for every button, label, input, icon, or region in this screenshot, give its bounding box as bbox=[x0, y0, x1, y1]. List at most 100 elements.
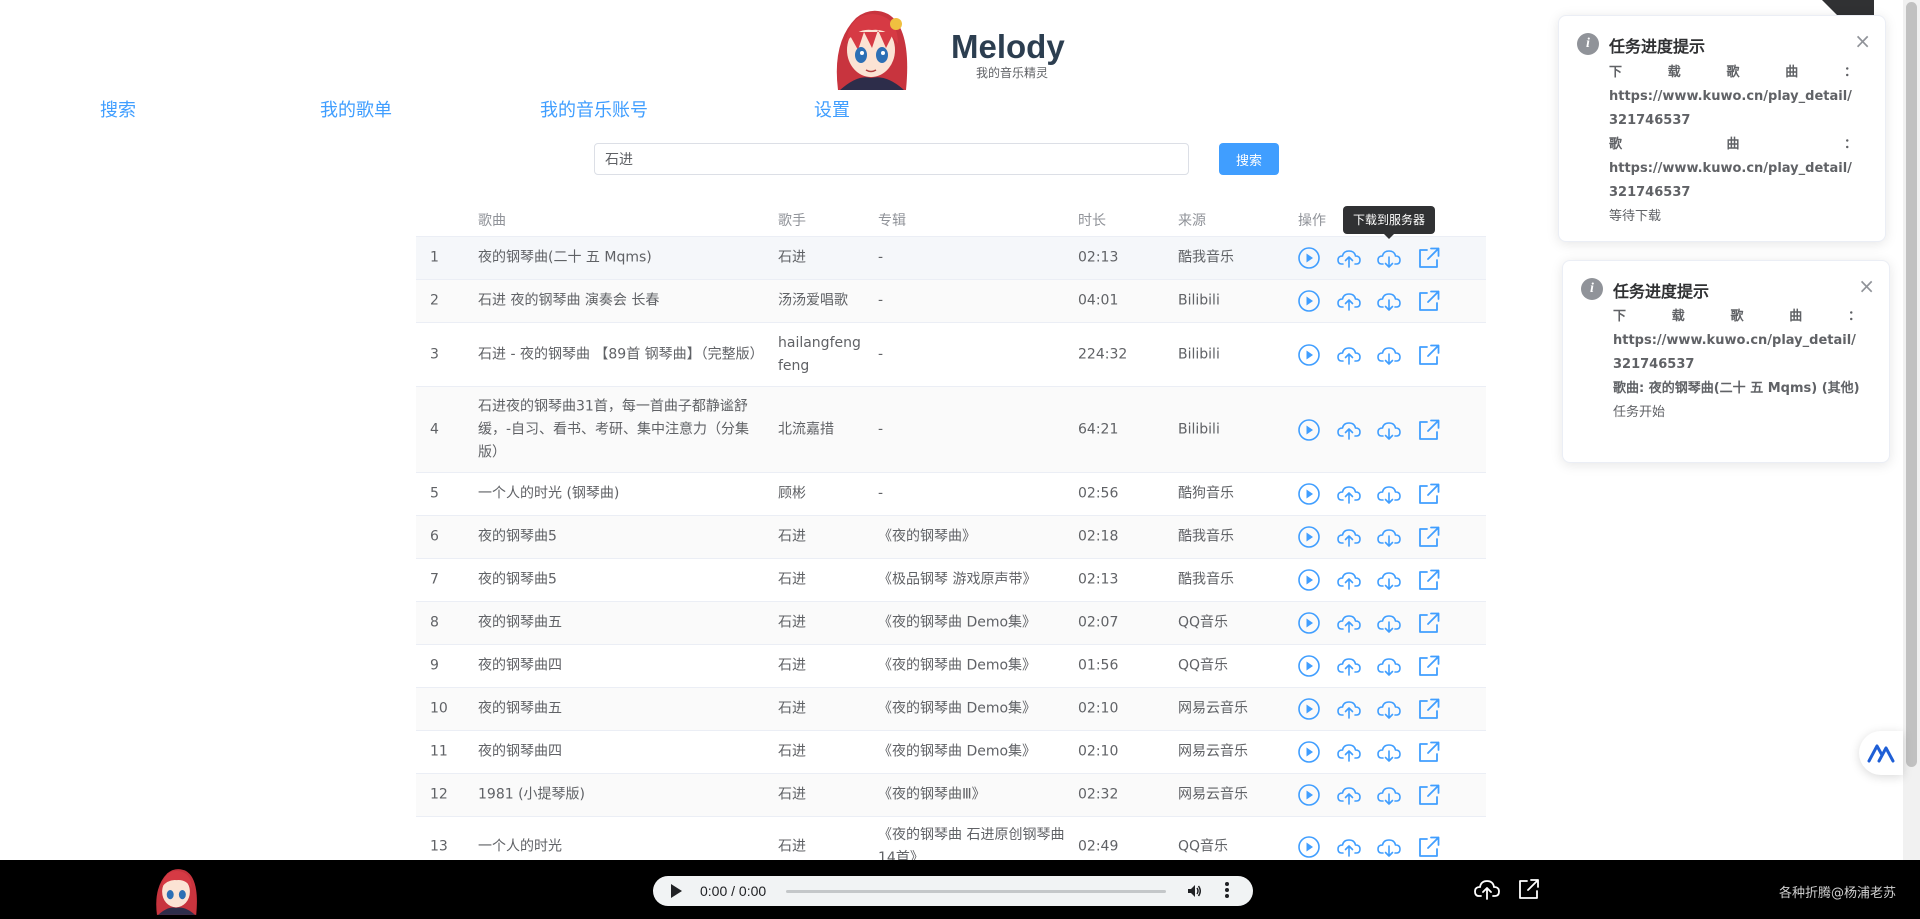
assistant-logo-icon bbox=[1867, 744, 1895, 763]
row-duration: 02:10 bbox=[1078, 743, 1119, 760]
download-to-server-tooltip: 下载到服务器 bbox=[1343, 206, 1436, 239]
search-input[interactable] bbox=[594, 143, 1189, 175]
play-icon[interactable] bbox=[1296, 782, 1322, 808]
download-cloud-icon[interactable] bbox=[1376, 610, 1402, 636]
row-index: 2 bbox=[430, 292, 439, 309]
row-source: 网易云音乐 bbox=[1178, 743, 1248, 760]
nav-my-playlist[interactable]: 我的歌单 bbox=[320, 96, 392, 122]
brand-subtitle: 我的音乐精灵 bbox=[976, 66, 1049, 80]
external-link-icon[interactable] bbox=[1416, 342, 1442, 368]
notification-song: https://www.kuwo.cn/play_detail/32174653… bbox=[1609, 161, 1852, 200]
play-icon[interactable] bbox=[1296, 245, 1322, 271]
upload-cloud-icon[interactable] bbox=[1336, 342, 1362, 368]
download-cloud-icon[interactable] bbox=[1376, 417, 1402, 443]
external-link-icon[interactable] bbox=[1416, 739, 1442, 765]
volume-icon[interactable] bbox=[1186, 883, 1202, 899]
row-index: 7 bbox=[430, 571, 439, 588]
upload-cloud-icon[interactable] bbox=[1336, 739, 1362, 765]
external-link-icon[interactable] bbox=[1416, 245, 1442, 271]
download-cloud-icon[interactable] bbox=[1376, 567, 1402, 593]
external-link-icon[interactable] bbox=[1416, 288, 1442, 314]
row-song: 夜的钢琴曲五 bbox=[478, 700, 562, 717]
play-icon[interactable] bbox=[1296, 610, 1322, 636]
upload-cloud-icon[interactable] bbox=[1336, 245, 1362, 271]
nav-search[interactable]: 搜索 bbox=[100, 96, 136, 122]
close-icon[interactable]: × bbox=[1858, 276, 1875, 296]
notification-title: 任务进度提示 bbox=[1609, 37, 1706, 56]
row-operations bbox=[1296, 653, 1466, 679]
row-duration: 01:56 bbox=[1078, 657, 1119, 674]
nav-my-music-account[interactable]: 我的音乐账号 bbox=[540, 96, 648, 122]
external-link-icon[interactable] bbox=[1416, 524, 1442, 550]
row-song: 一个人的时光 (钢琴曲) bbox=[478, 485, 620, 502]
upload-cloud-icon[interactable] bbox=[1336, 782, 1362, 808]
play-icon[interactable] bbox=[1296, 739, 1322, 765]
notification-label: 下载歌曲： bbox=[1613, 309, 1861, 324]
upload-cloud-icon[interactable] bbox=[1336, 834, 1362, 860]
search-button[interactable]: 搜索 bbox=[1219, 143, 1279, 175]
task-notification-1: i 任务进度提示 × 下载歌曲： https://www.kuwo.cn/pla… bbox=[1558, 15, 1886, 242]
external-link-icon[interactable] bbox=[1416, 653, 1442, 679]
download-cloud-icon[interactable] bbox=[1376, 653, 1402, 679]
row-album: - bbox=[878, 249, 884, 266]
external-link-icon[interactable] bbox=[1416, 417, 1442, 443]
notification-body: 下载歌曲： https://www.kuwo.cn/play_detail/32… bbox=[1613, 305, 1861, 425]
upload-cloud-icon[interactable] bbox=[1336, 524, 1362, 550]
table-row: 7 夜的钢琴曲5 石进 《极品钢琴 游戏原声带》 02:13 酷我音乐 bbox=[416, 559, 1486, 602]
row-source: QQ音乐 bbox=[1178, 657, 1229, 674]
page-scrollbar[interactable] bbox=[1903, 0, 1920, 860]
progress-track[interactable] bbox=[786, 890, 1166, 893]
upload-cloud-icon[interactable] bbox=[1336, 417, 1362, 443]
external-link-icon[interactable] bbox=[1416, 782, 1442, 808]
play-icon[interactable] bbox=[1296, 696, 1322, 722]
row-source: Bilibili bbox=[1178, 346, 1220, 362]
external-link-icon[interactable] bbox=[1516, 876, 1542, 902]
upload-cloud-icon[interactable] bbox=[1474, 876, 1500, 902]
download-cloud-icon[interactable] bbox=[1376, 739, 1402, 765]
upload-cloud-icon[interactable] bbox=[1336, 610, 1362, 636]
row-song: 夜的钢琴曲四 bbox=[478, 657, 562, 674]
row-singer: 石进 bbox=[778, 786, 806, 803]
more-options-icon[interactable] bbox=[1224, 882, 1230, 900]
row-operations bbox=[1296, 524, 1466, 550]
play-icon[interactable] bbox=[1296, 288, 1322, 314]
play-icon[interactable] bbox=[671, 884, 682, 898]
download-cloud-icon[interactable] bbox=[1376, 342, 1402, 368]
player-bar: 0:00 / 0:00 各种折腾@杨浦老苏 bbox=[0, 860, 1920, 919]
table-row: 2 石进 夜的钢琴曲 演奏会 长春 汤汤爱唱歌 - 04:01 Bilibili bbox=[416, 280, 1486, 323]
row-song: 夜的钢琴曲(二十 五 Mqms) bbox=[478, 249, 652, 266]
table-row: 11 夜的钢琴曲四 石进 《夜的钢琴曲 Demo集》 02:10 网易云音乐 bbox=[416, 731, 1486, 774]
download-cloud-icon[interactable] bbox=[1376, 696, 1402, 722]
nav-settings[interactable]: 设置 bbox=[814, 96, 850, 122]
upload-cloud-icon[interactable] bbox=[1336, 288, 1362, 314]
download-cloud-icon[interactable] bbox=[1376, 524, 1402, 550]
download-cloud-icon[interactable] bbox=[1376, 834, 1402, 860]
external-link-icon[interactable] bbox=[1416, 834, 1442, 860]
upload-cloud-icon[interactable] bbox=[1336, 481, 1362, 507]
play-icon[interactable] bbox=[1296, 481, 1322, 507]
upload-cloud-icon[interactable] bbox=[1336, 653, 1362, 679]
external-link-icon[interactable] bbox=[1416, 481, 1442, 507]
play-icon[interactable] bbox=[1296, 834, 1322, 860]
download-cloud-icon[interactable] bbox=[1376, 782, 1402, 808]
play-icon[interactable] bbox=[1296, 567, 1322, 593]
row-album: - bbox=[878, 346, 884, 362]
play-icon[interactable] bbox=[1296, 417, 1322, 443]
external-link-icon[interactable] bbox=[1416, 610, 1442, 636]
external-link-icon[interactable] bbox=[1416, 567, 1442, 593]
upload-cloud-icon[interactable] bbox=[1336, 567, 1362, 593]
assistant-float-button[interactable] bbox=[1859, 731, 1903, 775]
download-cloud-icon[interactable] bbox=[1376, 481, 1402, 507]
row-operations bbox=[1296, 739, 1466, 765]
download-cloud-icon[interactable] bbox=[1376, 288, 1402, 314]
play-icon[interactable] bbox=[1296, 342, 1322, 368]
play-icon[interactable] bbox=[1296, 524, 1322, 550]
row-operations bbox=[1296, 834, 1466, 860]
scrollbar-thumb[interactable] bbox=[1906, 2, 1917, 767]
play-icon[interactable] bbox=[1296, 653, 1322, 679]
download-cloud-icon[interactable] bbox=[1376, 245, 1402, 271]
external-link-icon[interactable] bbox=[1416, 696, 1442, 722]
close-icon[interactable]: × bbox=[1854, 31, 1871, 51]
upload-cloud-icon[interactable] bbox=[1336, 696, 1362, 722]
row-source: QQ音乐 bbox=[1178, 838, 1229, 854]
